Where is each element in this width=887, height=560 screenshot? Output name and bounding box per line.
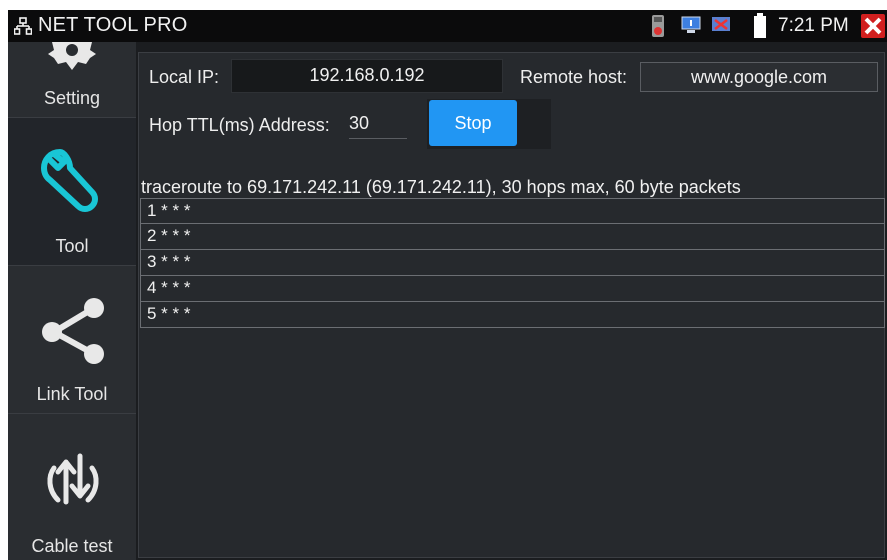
- sidebar-item-cable-test[interactable]: Cable test: [8, 414, 136, 560]
- usb-icon: [712, 17, 730, 31]
- list-item: 4 * * *: [140, 276, 885, 302]
- sidebar-item-label: Link Tool: [36, 384, 108, 404]
- remote-host-input[interactable]: www.google.com: [640, 62, 878, 92]
- list-item: 1 * * *: [140, 198, 885, 224]
- sidebar: Setting Tool Link Tool Cable test: [8, 42, 136, 560]
- list-item: 2 * * *: [140, 224, 885, 250]
- traceroute-panel: Local IP: 192.168.0.192 Remote host: www…: [138, 52, 885, 558]
- sidebar-item-tool[interactable]: Tool: [8, 118, 136, 266]
- battery-icon: [754, 13, 766, 38]
- sidebar-item-setting[interactable]: Setting: [8, 42, 136, 118]
- sidebar-item-label: Setting: [43, 88, 101, 108]
- list-item: 3 * * *: [140, 250, 885, 276]
- sd-card-icon: [652, 15, 664, 37]
- remote-host-label: Remote host:: [520, 67, 628, 87]
- wrench-icon: [41, 149, 98, 212]
- screen-icon: [681, 16, 701, 33]
- local-ip-label: Local IP:: [149, 67, 220, 87]
- hop-list: 1 * * * 2 * * * 3 * * * 4 * * * 5 * * *: [140, 198, 885, 328]
- clock: 7:21 PM: [778, 15, 849, 36]
- cable-test-icon: [47, 453, 99, 505]
- close-icon: [864, 17, 882, 35]
- traceroute-header: traceroute to 69.171.242.11 (69.171.242.…: [141, 177, 741, 197]
- list-item: 5 * * *: [140, 302, 885, 328]
- gear-icon: [48, 42, 96, 70]
- sidebar-item-label: Tool: [55, 236, 89, 256]
- hop-ttl-label: Hop TTL(ms) Address:: [149, 115, 330, 135]
- stop-button[interactable]: Stop: [429, 100, 517, 146]
- network-icon: [14, 17, 32, 35]
- screen: NET TOOL PRO 7:21 PM Setting Tool Link T…: [8, 10, 887, 560]
- hop-ttl-input[interactable]: 30: [349, 113, 407, 139]
- title-bar: NET TOOL PRO 7:21 PM: [8, 10, 887, 42]
- close-button[interactable]: [861, 14, 885, 38]
- share-icon: [42, 298, 104, 364]
- local-ip-field[interactable]: 192.168.0.192: [231, 59, 503, 93]
- app-title: NET TOOL PRO: [38, 14, 188, 36]
- sidebar-item-label: Cable test: [31, 536, 113, 556]
- sidebar-item-link-tool[interactable]: Link Tool: [8, 266, 136, 414]
